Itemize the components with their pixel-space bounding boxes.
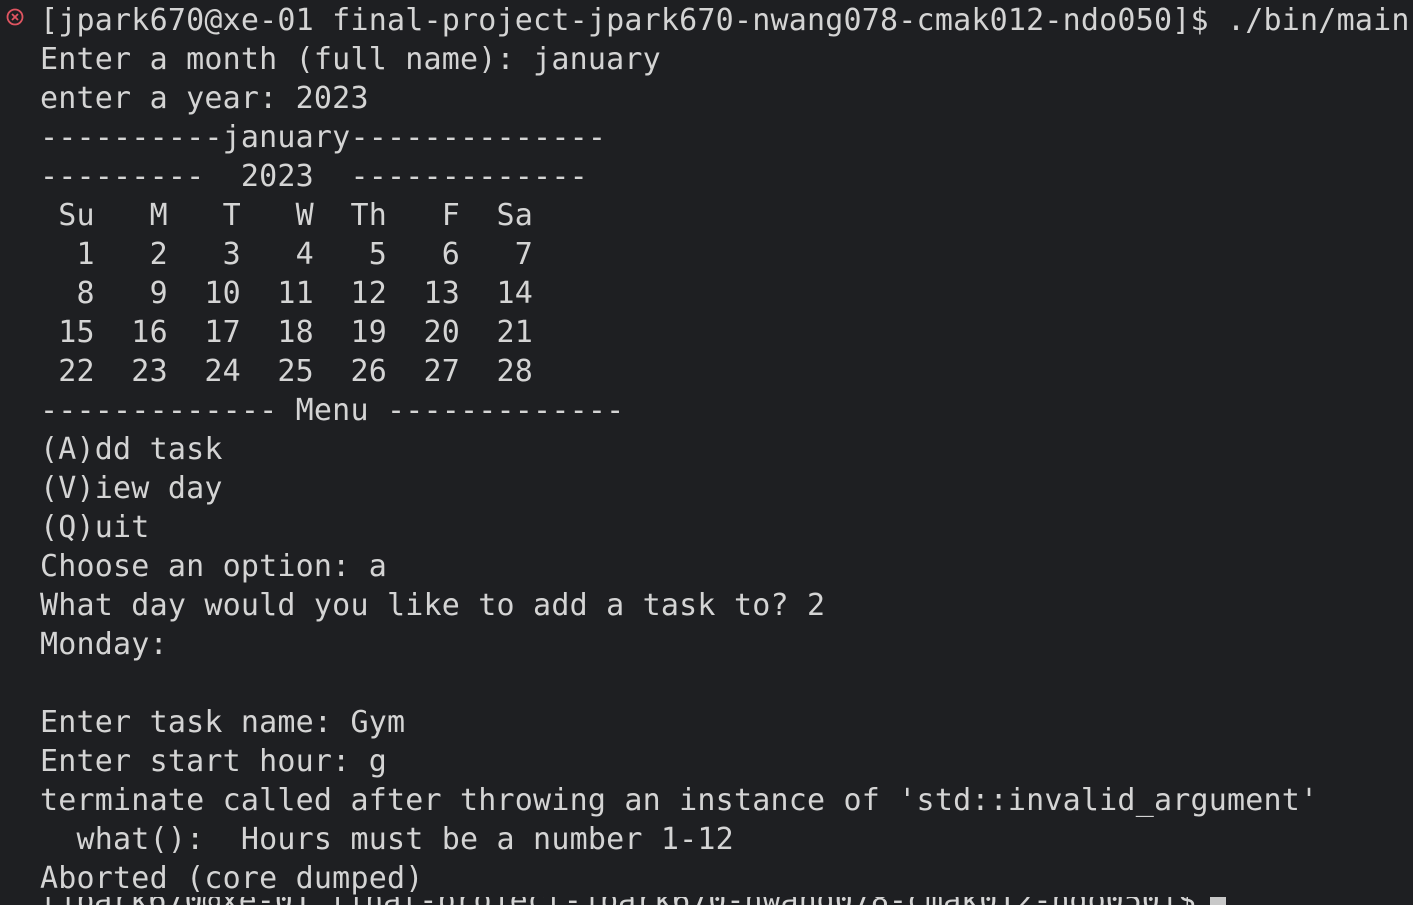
menu-item-add-task: (A)dd task (40, 432, 223, 467)
calendar-week-4: 22 23 24 25 26 27 28 (40, 354, 534, 389)
terminal-window[interactable]: [jpark670@xe-01 final-project-jpark670-n… (0, 0, 1413, 905)
day-prompt-line: What day would you like to add a task to… (40, 588, 826, 623)
terminal-cursor[interactable] (1210, 897, 1226, 905)
month-banner-line: ----------january-------------- (40, 120, 607, 155)
calendar-week-1: 1 2 3 4 5 6 7 (40, 237, 534, 272)
aborted-message-line: Aborted (core dumped) (40, 861, 424, 896)
menu-item-quit: (Q)uit (40, 510, 150, 545)
month-prompt-line: Enter a month (full name): january (40, 42, 661, 77)
calendar-week-3: 15 16 17 18 19 20 21 (40, 315, 534, 350)
weekday-header-line: Su M T W Th F Sa (40, 198, 534, 233)
next-prompt-text: [jpark670@xe-01 final-project-jpark670-n… (40, 897, 1205, 905)
what-message-line: what(): Hours must be a number 1-12 (40, 822, 734, 857)
menu-banner-line: ------------- Menu ------------- (40, 393, 625, 428)
error-circle-icon (6, 8, 24, 26)
task-name-prompt-line: Enter task name: Gym (40, 705, 406, 740)
calendar-week-2: 8 9 10 11 12 13 14 (40, 276, 534, 311)
menu-item-view-day: (V)iew day (40, 471, 223, 506)
year-prompt-line: enter a year: 2023 (40, 81, 369, 116)
day-name-line: Monday: (40, 627, 168, 662)
start-hour-prompt-line: Enter start hour: g (40, 744, 387, 779)
year-banner-line: --------- 2023 ------------- (40, 159, 588, 194)
prompt-command-line: [jpark670@xe-01 final-project-jpark670-n… (40, 3, 1410, 38)
choose-option-line: Choose an option: a (40, 549, 387, 584)
next-prompt-line: [jpark670@xe-01 final-project-jpark670-n… (40, 897, 1205, 905)
terminate-message-line: terminate called after throwing an insta… (40, 783, 1319, 818)
